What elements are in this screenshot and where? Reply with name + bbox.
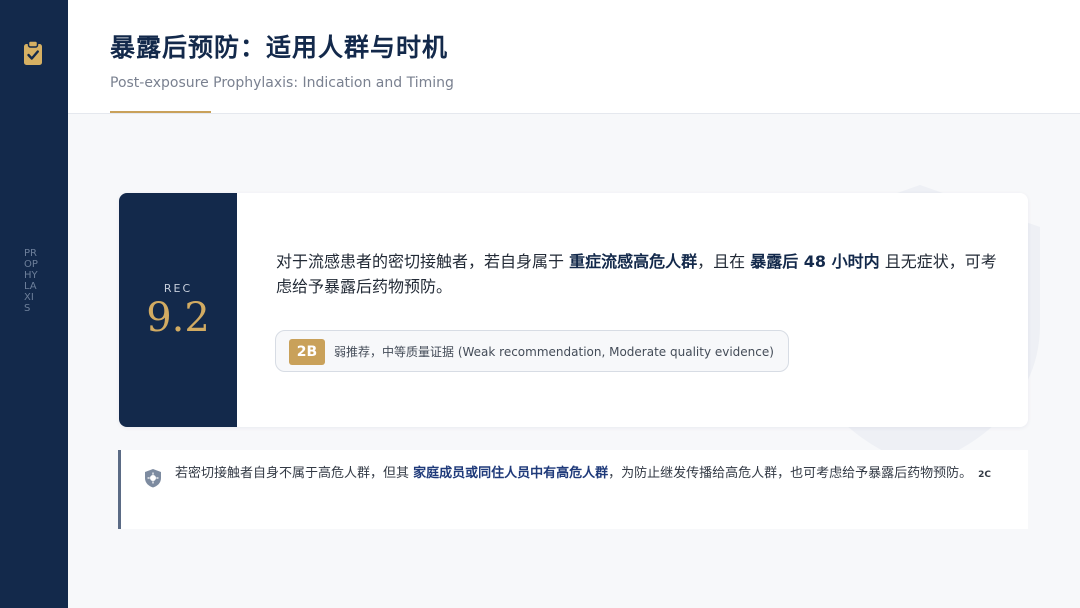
sidebar: PROPHYLAXIS xyxy=(0,0,68,608)
shield-virus-icon xyxy=(144,468,162,492)
page-subtitle: Post-exposure Prophylaxis: Indication an… xyxy=(110,75,454,91)
highlight-48h: 暴露后 48 小时内 xyxy=(750,252,880,271)
evidence-grade-pill: 2B 弱推荐，中等质量证据 (Weak recommendation, Mode… xyxy=(275,330,789,372)
grade-description: 弱推荐，中等质量证据 (Weak recommendation, Moderat… xyxy=(334,345,774,359)
sidebar-vertical-text: PROPHYLAXIS xyxy=(24,248,38,314)
highlight-high-risk: 重症流感高危人群 xyxy=(569,252,698,271)
note-text: 若密切接触者自身不属于高危人群，但其 家庭成员或同住人员中有高危人群，为防止继发… xyxy=(175,466,992,481)
recommendation-text: 对于流感患者的密切接触者，若自身属于 重症流感高危人群，且在 暴露后 48 小时… xyxy=(276,252,997,296)
recommendation-badge: REC 9.2 xyxy=(119,193,237,427)
recommendation-card: REC 9.2 对于流感患者的密切接触者，若自身属于 重症流感高危人群，且在 暴… xyxy=(119,193,1028,427)
header: 暴露后预防：适用人群与时机 Post-exposure Prophylaxis:… xyxy=(68,0,1080,114)
grade-badge: 2B xyxy=(289,339,325,365)
title-accent-line xyxy=(110,111,211,113)
supplementary-note: 若密切接触者自身不属于高危人群，但其 家庭成员或同住人员中有高危人群，为防止继发… xyxy=(118,450,1028,529)
clipboard-check-icon xyxy=(22,40,44,70)
rec-number: 9.2 xyxy=(146,295,210,341)
page-title: 暴露后预防：适用人群与时机 xyxy=(110,33,449,62)
note-grade: 2C xyxy=(978,470,992,480)
rec-label: REC xyxy=(163,282,193,295)
note-highlight: 家庭成员或同住人员中有高危人群 xyxy=(413,466,609,481)
